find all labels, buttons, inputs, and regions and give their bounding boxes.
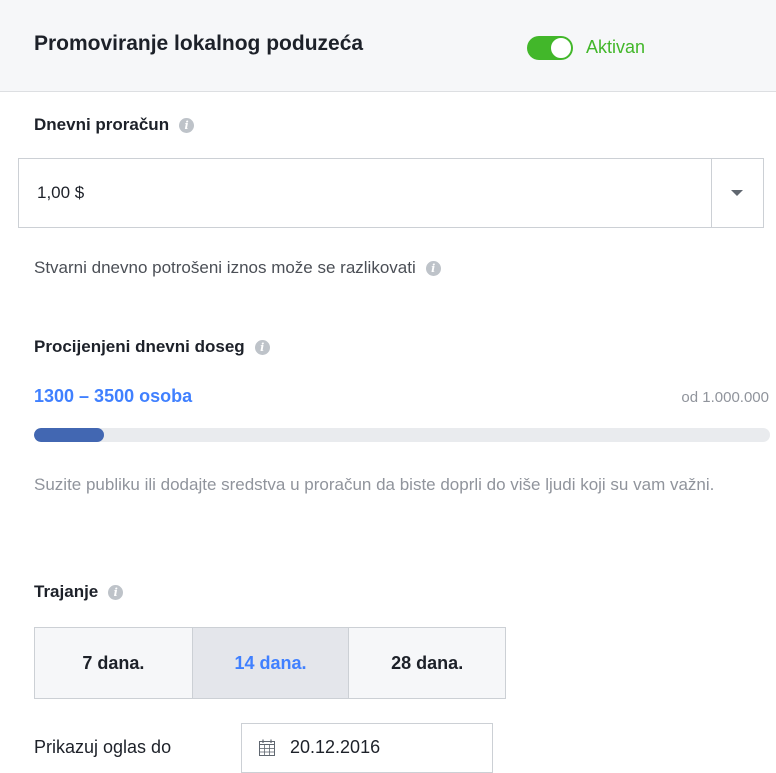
reach-total: od 1.000.000 <box>681 389 769 406</box>
duration-selector: 7 dana. 14 dana. 28 dana. <box>34 627 506 699</box>
active-toggle[interactable] <box>527 36 573 60</box>
daily-budget-label-text: Dnevni proračun <box>34 115 170 134</box>
estimated-reach-label-text: Procijenjeni dnevni doseg <box>34 337 245 356</box>
toggle-knob <box>550 37 572 59</box>
end-date-input[interactable]: 20.12.2016 <box>241 723 493 773</box>
end-date-value: 20.12.2016 <box>290 737 381 757</box>
info-icon[interactable]: i <box>108 585 124 601</box>
duration-label: Trajanje i <box>34 582 124 602</box>
duration-label-text: Trajanje <box>34 582 99 601</box>
info-icon[interactable]: i <box>179 118 195 134</box>
chevron-down-icon <box>731 190 743 196</box>
estimated-reach-label: Procijenjeni dnevni doseg i <box>34 337 270 357</box>
reach-progress-bar <box>34 428 770 442</box>
budget-note-text: Stvarni dnevno potrošeni iznos može se r… <box>34 258 416 277</box>
daily-budget-label: Dnevni proračun i <box>34 115 195 135</box>
dropdown-toggle[interactable] <box>711 159 763 227</box>
campaign-header: Promoviranje lokalnog poduzeća Aktivan <box>0 0 776 92</box>
active-status-label: Aktivan <box>586 37 646 57</box>
duration-7-days-button[interactable]: 7 dana. <box>35 628 192 698</box>
end-date-label: Prikazuj oglas do <box>34 737 172 757</box>
daily-budget-value: 1,00 $ <box>37 183 85 202</box>
duration-28-days-button[interactable]: 28 dana. <box>348 628 506 698</box>
reach-hint: Suzite publiku ili dodajte sredstva u pr… <box>34 475 715 494</box>
daily-budget-select[interactable]: 1,00 $ <box>18 158 764 228</box>
info-icon[interactable]: i <box>254 340 270 356</box>
duration-14-days-button[interactable]: 14 dana. <box>191 628 349 698</box>
calendar-icon <box>259 739 275 756</box>
reach-progress-fill <box>34 428 104 442</box>
reach-range: 1300 – 3500 osoba <box>34 386 193 406</box>
budget-note: Stvarni dnevno potrošeni iznos može se r… <box>34 258 441 278</box>
campaign-title: Promoviranje lokalnog poduzeća <box>34 32 364 55</box>
info-icon[interactable]: i <box>425 261 441 277</box>
